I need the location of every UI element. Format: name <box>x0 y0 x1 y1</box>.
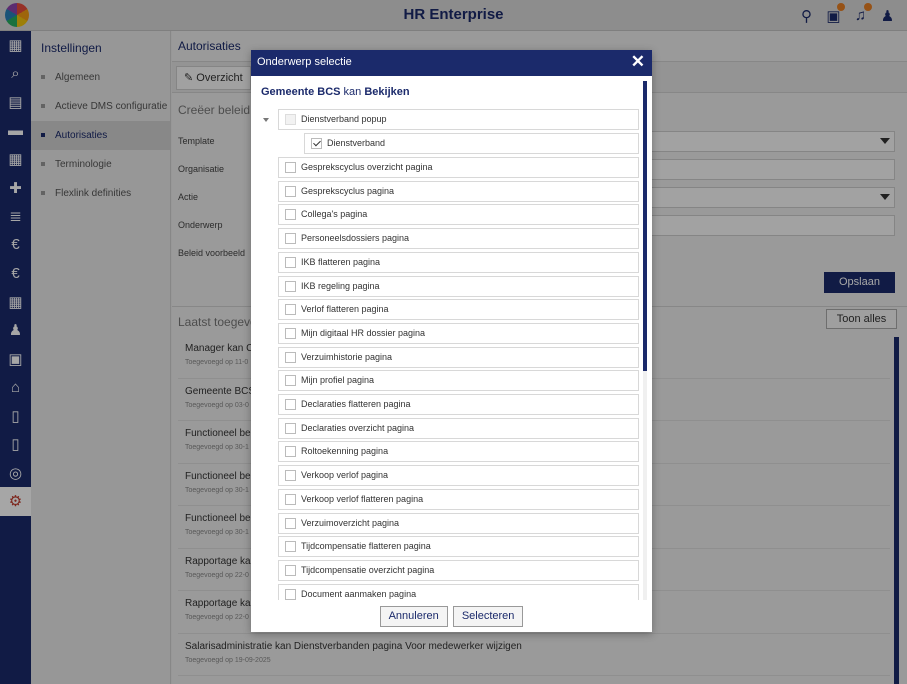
checkbox[interactable] <box>285 233 296 245</box>
tree-item[interactable]: Mijn profiel pagina <box>278 370 639 392</box>
tree-item-label: Dienstverband <box>327 138 386 148</box>
tree-item[interactable]: Gesprekscyclus overzicht pagina <box>278 157 639 178</box>
checkbox[interactable] <box>311 138 322 149</box>
tree-item[interactable]: Tijdcompensatie overzicht pagina <box>278 559 639 581</box>
tree-item[interactable]: Verkoop verlof pagina <box>278 465 639 487</box>
tree-item[interactable]: Verzuimoverzicht pagina <box>278 512 639 534</box>
tree-item[interactable]: Personeelsdossiers pagina <box>278 228 639 250</box>
modal-scrollbar-thumb[interactable] <box>643 81 647 371</box>
tree-item[interactable]: Verkoop verlof flatteren pagina <box>278 488 639 510</box>
tree-item[interactable]: Verlof flatteren pagina <box>278 299 639 321</box>
tree-item[interactable]: Tijdcompensatie flatteren pagina <box>278 536 639 558</box>
checkbox[interactable] <box>285 304 296 316</box>
modal-kan: kan <box>343 86 362 98</box>
tree-item-label: Collega's pagina <box>301 209 368 220</box>
checkbox[interactable] <box>285 446 296 458</box>
tree-item-label: Tijdcompensatie overzicht pagina <box>301 564 435 575</box>
tree-item[interactable]: Declaraties overzicht pagina <box>278 417 639 439</box>
modal-action: Bekijken <box>364 86 410 98</box>
checkbox[interactable] <box>285 209 296 221</box>
tree-item-label: Declaraties flatteren pagina <box>301 399 411 409</box>
tree-item-label: IKB regeling pagina <box>301 280 380 291</box>
tree-item-label: Verkoop verlof flatteren pagina <box>301 493 424 504</box>
tree-item-label: Tijdcompensatie flatteren pagina <box>301 541 431 552</box>
tree-item-parent[interactable]: Dienstverband popup <box>278 109 639 130</box>
checkbox[interactable] <box>285 114 296 125</box>
checkbox[interactable] <box>285 256 296 268</box>
modal-subtitle: Gemeente BCS kan Bekijken <box>251 76 652 107</box>
tree-item-label: Declaraties overzicht pagina <box>301 422 415 433</box>
tree-item-label: Verlof flatteren pagina <box>301 304 389 315</box>
checkbox[interactable] <box>285 564 296 576</box>
modal-subject: Gemeente BCS <box>261 86 341 98</box>
checkbox[interactable] <box>285 185 296 197</box>
checkbox[interactable] <box>285 422 296 434</box>
tree-item-label: Mijn digitaal HR dossier pagina <box>301 327 426 338</box>
tree-item[interactable]: IKB flatteren pagina <box>278 251 639 273</box>
checkbox[interactable] <box>285 470 296 482</box>
modal-header: Onderwerp selectie ✕ <box>251 50 652 76</box>
modal-footer: Annuleren Selecteren <box>251 600 652 632</box>
tree-item-label: Verzuimoverzicht pagina <box>301 517 400 528</box>
checkbox[interactable] <box>285 588 296 600</box>
checkbox[interactable] <box>285 541 296 553</box>
tree-item[interactable]: Gesprekscyclus pagina <box>278 180 639 202</box>
tree-item[interactable]: Verzuimhistorie pagina <box>278 346 639 368</box>
tree-item-label: Gesprekscyclus pagina <box>301 185 395 196</box>
tree-item-label: Verkoop verlof pagina <box>301 470 389 481</box>
tree-item[interactable]: Document aanmaken pagina <box>278 583 639 600</box>
cancel-button[interactable]: Annuleren <box>379 606 448 627</box>
tree-item[interactable]: Collega's pagina <box>278 204 639 226</box>
tree-item-label: IKB flatteren pagina <box>301 256 381 267</box>
subject-selection-modal: Onderwerp selectie ✕ Gemeente BCS kan Be… <box>251 50 652 632</box>
tree-item-label: Gesprekscyclus overzicht pagina <box>301 162 433 172</box>
tree-item[interactable]: Roltoekenning pagina <box>278 441 639 463</box>
checkbox[interactable] <box>285 162 296 173</box>
tree-item-label: Mijn profiel pagina <box>301 375 375 386</box>
tree-item-label: Personeelsdossiers pagina <box>301 233 410 244</box>
chevron-down-icon[interactable] <box>263 118 269 122</box>
checkbox[interactable] <box>285 375 296 387</box>
checkbox[interactable] <box>285 351 296 363</box>
tree-item-label: Roltoekenning pagina <box>301 446 389 457</box>
tree-item[interactable]: Mijn digitaal HR dossier pagina <box>278 322 639 344</box>
modal-title: Onderwerp selectie <box>257 56 352 68</box>
close-icon[interactable]: ✕ <box>631 53 645 71</box>
checkbox[interactable] <box>285 280 296 292</box>
select-button[interactable]: Selecteren <box>452 606 524 627</box>
tree-item[interactable]: IKB regeling pagina <box>278 275 639 297</box>
checkbox[interactable] <box>285 327 296 339</box>
checkbox[interactable] <box>285 493 296 505</box>
tree-item-label: Dienstverband popup <box>301 114 387 124</box>
tree-item-child[interactable]: Dienstverband <box>304 133 639 154</box>
tree-item[interactable]: Declaraties flatteren pagina <box>278 394 639 415</box>
tree-item-label: Verzuimhistorie pagina <box>301 351 393 362</box>
checkbox[interactable] <box>285 399 296 410</box>
tree-item-label: Document aanmaken pagina <box>301 588 417 599</box>
checkbox[interactable] <box>285 517 296 529</box>
subject-tree: Dienstverband popup Dienstverband Gespreks… <box>255 107 643 600</box>
